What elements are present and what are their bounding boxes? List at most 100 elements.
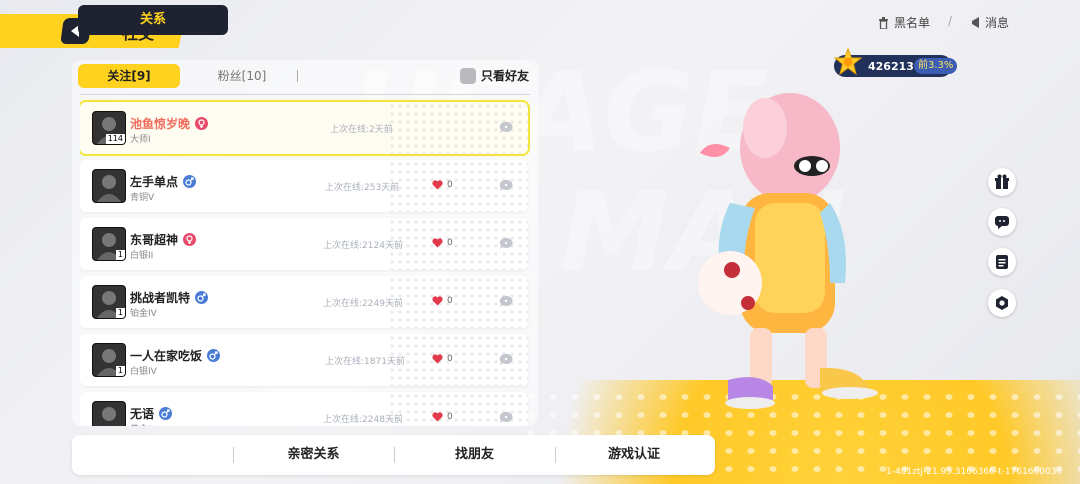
nav-divider — [555, 447, 556, 463]
female-icon — [195, 117, 209, 130]
speaker-icon — [972, 17, 979, 28]
friend-likes-count: 0 — [447, 296, 453, 306]
friend-chat-button[interactable] — [498, 294, 514, 310]
friend-avatar[interactable] — [92, 169, 126, 203]
male-icon — [207, 349, 221, 362]
gift-button[interactable] — [988, 168, 1016, 196]
friend-avatar[interactable]: 114 — [92, 111, 126, 145]
friend-likes: 0 — [432, 180, 453, 190]
nav-find-friends[interactable]: 找朋友 — [397, 435, 552, 475]
notes-icon — [996, 255, 1008, 269]
friend-row[interactable]: 114 池鱼惊岁晚 大师I 上次在线:2天前 — [80, 102, 528, 154]
friend-row[interactable]: 1 东哥超神白银II 上次在线:2124天前 0 — [80, 218, 528, 270]
friend-chat-button[interactable] — [498, 120, 514, 136]
friend-chat-button[interactable] — [498, 236, 514, 252]
friend-row[interactable]: 左手单点 青铜V 上次在线:253天前 0 — [80, 160, 528, 212]
friends-only-toggle[interactable]: 只看好友 — [460, 67, 529, 84]
friend-last-online: 上次在线:2248天前 — [323, 415, 403, 425]
friend-chat-button[interactable] — [498, 178, 514, 194]
heart-icon — [432, 412, 443, 422]
avatar-silhouette-icon — [102, 407, 116, 421]
friend-chat-button[interactable] — [498, 410, 514, 426]
settings-button[interactable] — [988, 289, 1016, 317]
tab-fans[interactable]: 粉丝[10] — [192, 64, 292, 88]
friend-name: 挑战者凯特 — [130, 291, 191, 305]
friend-name: 左手单点 — [130, 175, 179, 189]
friend-last-online: 上次在线:2124天前 — [323, 241, 403, 251]
friend-name: 东哥超神 — [130, 233, 179, 247]
settings-icon — [996, 296, 1008, 310]
chat-bubble-icon — [499, 237, 513, 249]
messages-label: 消息 — [985, 16, 1010, 30]
blacklist-button[interactable]: 黑名单 — [878, 14, 930, 31]
gift-icon — [995, 174, 1009, 189]
heart-icon — [432, 354, 443, 364]
friend-last-online: 上次在线:1871天前 — [325, 357, 405, 367]
nav-divider — [394, 447, 395, 463]
friend-name: 一人在家吃饭 — [130, 349, 203, 363]
male-icon — [159, 407, 173, 420]
friend-name-wrap: 挑战者凯特 — [130, 289, 209, 306]
friend-likes-count: 0 — [447, 238, 453, 248]
chat-bubble-icon — [499, 121, 513, 133]
tab-divider — [297, 70, 298, 82]
friend-chat-button[interactable] — [498, 352, 514, 368]
chat-icon — [995, 216, 1009, 229]
friend-rank: 白银IV — [130, 367, 157, 377]
friends-only-checkbox[interactable] — [460, 67, 476, 84]
tab-follow[interactable]: 关注[9] — [78, 64, 180, 88]
friend-last-online: 上次在线:2天前 — [330, 125, 393, 135]
friend-row[interactable]: 无语黄金II 上次在线:2248天前 0 — [80, 392, 528, 426]
chat-bubble-icon — [499, 411, 513, 423]
friend-name-wrap: 一人在家吃饭 — [130, 347, 221, 364]
friend-last-online: 上次在线:2249天前 — [323, 299, 403, 309]
friend-row[interactable]: 1 挑战者凯特铂金IV 上次在线:2249天前 0 — [80, 276, 528, 328]
friend-likes-count: 0 — [447, 354, 453, 364]
chat-button[interactable] — [988, 208, 1016, 236]
friend-level: 114 — [105, 134, 125, 144]
score-rank: 前3.3% — [914, 58, 958, 74]
friend-name-wrap: 池鱼惊岁晚 — [130, 115, 209, 132]
build-id: 1-481ztj-21.95.3106366-t-1761660036 — [886, 467, 1063, 477]
trash-icon — [879, 16, 888, 29]
friend-last-online: 上次在线:253天前 — [325, 183, 400, 193]
nav-relations[interactable]: 关系 — [78, 5, 228, 35]
friend-likes: 0 — [432, 238, 453, 248]
friend-avatar[interactable]: 1 — [92, 227, 126, 261]
friend-likes-count: 0 — [447, 412, 453, 422]
messages-button[interactable]: 消息 — [970, 14, 1009, 31]
header-separator: / — [948, 14, 953, 28]
male-icon — [195, 291, 209, 304]
friend-likes: 0 — [432, 354, 453, 364]
friend-level: 1 — [115, 250, 125, 260]
friend-rank: 铂金IV — [130, 309, 157, 319]
friends-list[interactable]: 114 池鱼惊岁晚 大师I 上次在线:2天前 左手单点 青铜V 上次在线:253天前 0 1 东哥… — [80, 100, 530, 426]
chat-bubble-icon — [499, 353, 513, 365]
friend-name: 池鱼惊岁晚 — [130, 117, 191, 131]
friend-avatar[interactable]: 1 — [92, 285, 126, 319]
friend-rank: 白银II — [130, 251, 154, 261]
friend-likes: 0 — [432, 296, 453, 306]
friend-name: 无语 — [130, 407, 155, 421]
nav-divider — [233, 447, 234, 463]
male-icon — [183, 175, 197, 188]
friend-level: 1 — [115, 308, 125, 318]
friend-level: 1 — [115, 366, 125, 376]
friend-avatar[interactable] — [92, 401, 126, 426]
notes-button[interactable] — [988, 248, 1016, 276]
nav-intimate[interactable]: 亲密关系 — [236, 435, 391, 475]
friend-rank: 黄金II — [130, 422, 153, 426]
friend-row[interactable]: 1 一人在家吃饭白银IV 上次在线:1871天前 0 — [80, 334, 528, 386]
nav-game-verify[interactable]: 游戏认证 — [558, 435, 710, 475]
friend-avatar[interactable]: 1 — [92, 343, 126, 377]
chat-bubble-icon — [499, 295, 513, 307]
score-value: 426213 — [868, 60, 914, 73]
player-character-avatar — [698, 93, 878, 409]
blacklist-label: 黑名单 — [894, 16, 931, 30]
panel-divider — [80, 94, 530, 95]
friend-name-wrap: 无语 — [130, 405, 173, 422]
avatar-silhouette-icon — [97, 175, 121, 202]
friend-name-wrap: 左手单点 — [130, 173, 197, 190]
star-medal-icon — [834, 48, 862, 76]
heart-icon — [432, 296, 443, 306]
